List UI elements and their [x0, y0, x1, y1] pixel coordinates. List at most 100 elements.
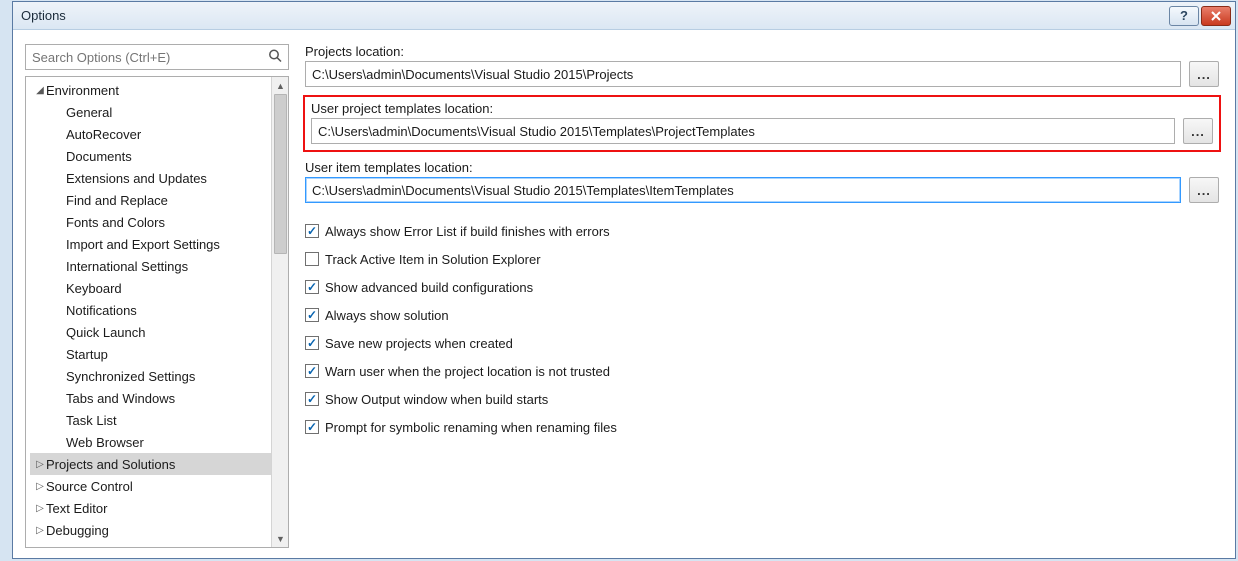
checkbox-label: Always show solution [325, 308, 449, 323]
tree-item-performance-tools[interactable]: ▷Performance Tools [30, 541, 271, 547]
tree-item-debugging[interactable]: ▷Debugging [30, 519, 271, 541]
checkbox-label: Prompt for symbolic renaming when renami… [325, 420, 617, 435]
tree-item-label: AutoRecover [66, 127, 141, 142]
checkbox-row: Show Output window when build starts [305, 385, 1219, 413]
tree-item-label: Notifications [66, 303, 137, 318]
chevron-right-icon: ▷ [34, 481, 46, 492]
tree-item-text-editor[interactable]: ▷Text Editor [30, 497, 271, 519]
chevron-right-icon: ▷ [34, 459, 46, 470]
tree-item-source-control[interactable]: ▷Source Control [30, 475, 271, 497]
tree-item-find-and-replace[interactable]: Find and Replace [30, 189, 271, 211]
scroll-down-icon[interactable]: ▼ [272, 530, 289, 547]
help-icon: ? [1180, 8, 1188, 23]
tree-item-autorecover[interactable]: AutoRecover [30, 123, 271, 145]
checkbox[interactable] [305, 420, 319, 434]
projects-location-row: C:\Users\admin\Documents\Visual Studio 2… [305, 61, 1219, 87]
tree-item-label: Debugging [46, 523, 109, 538]
tree-item-task-list[interactable]: Task List [30, 409, 271, 431]
checkbox-row: Prompt for symbolic renaming when renami… [305, 413, 1219, 441]
checkbox-label: Warn user when the project location is n… [325, 364, 610, 379]
titlebar[interactable]: Options ? [13, 2, 1235, 30]
checkbox[interactable] [305, 252, 319, 266]
tree-item-label: Task List [66, 413, 117, 428]
chevron-right-icon: ▷ [34, 547, 46, 548]
tree-item-label: Quick Launch [66, 325, 146, 340]
tree-list[interactable]: ◢Environment General AutoRecover Documents E… [26, 77, 271, 547]
project-templates-browse-button[interactable]: ... [1183, 118, 1213, 144]
checkbox-row: Always show Error List if build finishes… [305, 217, 1219, 245]
tree-item-keyboard[interactable]: Keyboard [30, 277, 271, 299]
tree-item-general[interactable]: General [30, 101, 271, 123]
checkbox-label: Track Active Item in Solution Explorer [325, 252, 541, 267]
tree-item-synchronized-settings[interactable]: Synchronized Settings [30, 365, 271, 387]
tree-item-label: Projects and Solutions [46, 457, 175, 472]
projects-location-label: Projects location: [305, 44, 1219, 59]
options-dialog: Options ? ◢Environment General AutoRecover… [12, 1, 1236, 559]
scrollbar[interactable]: ▲ ▼ [271, 77, 288, 547]
right-pane: Projects location: C:\Users\admin\Docume… [305, 44, 1219, 548]
tree-item-extensions-and-updates[interactable]: Extensions and Updates [30, 167, 271, 189]
item-templates-browse-button[interactable]: ... [1189, 177, 1219, 203]
close-button[interactable] [1201, 6, 1231, 26]
tree-item-tabs-and-windows[interactable]: Tabs and Windows [30, 387, 271, 409]
tree-item-label: Extensions and Updates [66, 171, 207, 186]
tree-item-label: Source Control [46, 479, 133, 494]
tree-item-import-and-export-settings[interactable]: Import and Export Settings [30, 233, 271, 255]
tree-item-label: Documents [66, 149, 132, 164]
scroll-up-icon[interactable]: ▲ [272, 77, 289, 94]
checkbox[interactable] [305, 308, 319, 322]
checkbox[interactable] [305, 224, 319, 238]
tree-item-label: Web Browser [66, 435, 144, 450]
project-templates-input[interactable]: C:\Users\admin\Documents\Visual Studio 2… [311, 118, 1175, 144]
help-button[interactable]: ? [1169, 6, 1199, 26]
projects-location-input[interactable]: C:\Users\admin\Documents\Visual Studio 2… [305, 61, 1181, 87]
left-pane: ◢Environment General AutoRecover Documents E… [25, 44, 289, 548]
tree-item-label: Text Editor [46, 501, 107, 516]
chevron-down-icon: ◢ [34, 85, 46, 96]
tree-item-label: Synchronized Settings [66, 369, 195, 384]
item-templates-label: User item templates location: [305, 160, 1219, 175]
checkbox[interactable] [305, 280, 319, 294]
search-input[interactable] [32, 50, 262, 65]
checkbox-row: Warn user when the project location is n… [305, 357, 1219, 385]
tree-item-label: Performance Tools [46, 545, 154, 548]
scroll-thumb[interactable] [274, 94, 287, 254]
tree-item-label: International Settings [66, 259, 188, 274]
tree-item-documents[interactable]: Documents [30, 145, 271, 167]
project-templates-row: C:\Users\admin\Documents\Visual Studio 2… [311, 118, 1213, 144]
tree-item-web-browser[interactable]: Web Browser [30, 431, 271, 453]
tree-item-label: Keyboard [66, 281, 122, 296]
tree-item-label: General [66, 105, 112, 120]
tree-item-label: Tabs and Windows [66, 391, 175, 406]
close-icon [1210, 10, 1222, 22]
checkbox[interactable] [305, 364, 319, 378]
tree-item-fonts-and-colors[interactable]: Fonts and Colors [30, 211, 271, 233]
tree-item-notifications[interactable]: Notifications [30, 299, 271, 321]
checkbox-row: Save new projects when created [305, 329, 1219, 357]
checkbox-row: Always show solution [305, 301, 1219, 329]
checkbox-label: Show Output window when build starts [325, 392, 548, 407]
checkbox-label: Show advanced build configurations [325, 280, 533, 295]
item-templates-row: C:\Users\admin\Documents\Visual Studio 2… [305, 177, 1219, 203]
tree-item-label: Startup [66, 347, 108, 362]
project-templates-label: User project templates location: [311, 101, 1213, 116]
item-templates-input[interactable]: C:\Users\admin\Documents\Visual Studio 2… [305, 177, 1181, 203]
tree-item-projects-and-solutions[interactable]: ▷Projects and Solutions [30, 453, 271, 475]
checkbox[interactable] [305, 336, 319, 350]
tree-item-label: Import and Export Settings [66, 237, 220, 252]
chevron-right-icon: ▷ [34, 525, 46, 536]
search-icon [268, 49, 282, 66]
search-field[interactable] [25, 44, 289, 70]
tree-item-quick-launch[interactable]: Quick Launch [30, 321, 271, 343]
window-title: Options [21, 8, 66, 23]
tree-item-label: Find and Replace [66, 193, 168, 208]
tree-item-label: Environment [46, 83, 119, 98]
dialog-content: ◢Environment General AutoRecover Documents E… [13, 30, 1235, 558]
highlighted-section: User project templates location: C:\User… [303, 95, 1221, 152]
tree-item-label: Fonts and Colors [66, 215, 165, 230]
tree-item-startup[interactable]: Startup [30, 343, 271, 365]
tree-item-international-settings[interactable]: International Settings [30, 255, 271, 277]
projects-location-browse-button[interactable]: ... [1189, 61, 1219, 87]
checkbox[interactable] [305, 392, 319, 406]
tree-item-environment[interactable]: ◢Environment [30, 79, 271, 101]
